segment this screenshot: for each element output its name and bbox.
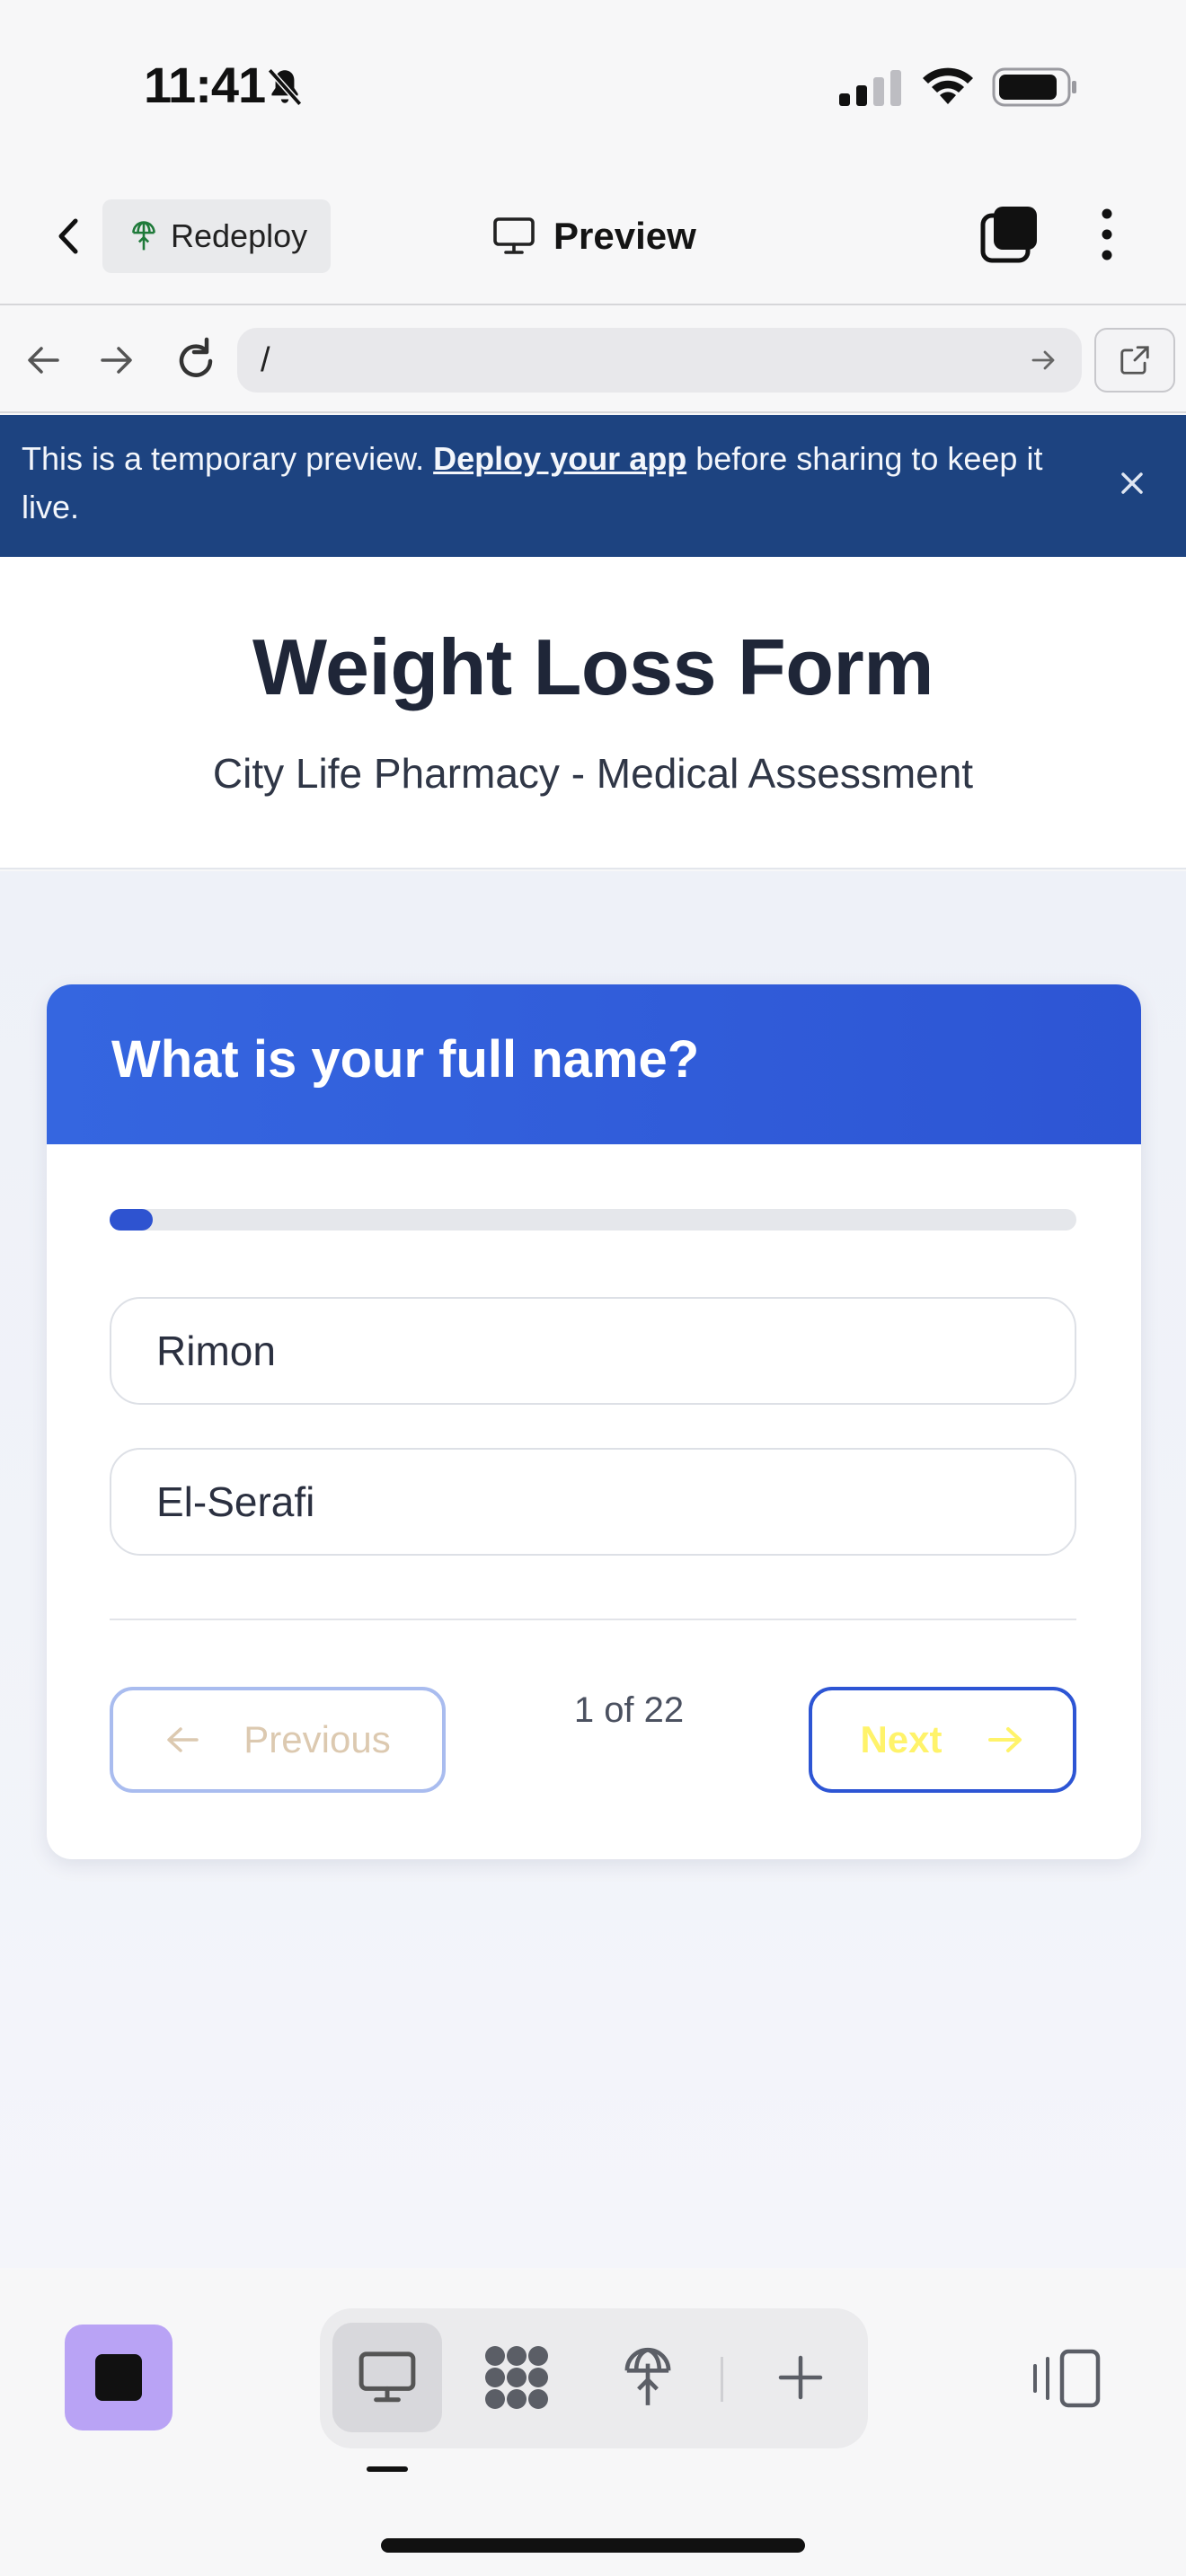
- previous-button[interactable]: Previous: [110, 1687, 446, 1793]
- next-label: Next: [860, 1718, 943, 1760]
- arrow-right-icon: [987, 1727, 1022, 1752]
- close-icon[interactable]: [1111, 462, 1154, 505]
- progress-fill: [110, 1209, 153, 1231]
- cellular-signal-icon: [839, 70, 901, 106]
- page-header: [0, 557, 1186, 869]
- services-tool-button[interactable]: [469, 2325, 564, 2430]
- status-time: 11:41: [144, 57, 266, 113]
- plus-icon: [778, 2355, 823, 2400]
- last-name-input[interactable]: [110, 1448, 1076, 1556]
- progress-track: [110, 1209, 1076, 1231]
- wifi-icon: [923, 67, 973, 104]
- url-bar[interactable]: /: [237, 328, 1082, 393]
- preview-tool-button[interactable]: [332, 2323, 442, 2432]
- divider: [110, 1619, 1076, 1620]
- deploy-tool-button[interactable]: [600, 2325, 695, 2430]
- arrow-left-icon: [167, 1727, 199, 1752]
- tool-separator: [721, 2357, 723, 2402]
- active-tool-indicator: [367, 2466, 408, 2472]
- desktop-icon: [493, 217, 535, 254]
- side-panel-icon[interactable]: [1030, 2342, 1105, 2414]
- cubes-icon: [485, 2346, 548, 2409]
- go-arrow-icon[interactable]: [1026, 342, 1062, 378]
- page-title: Weight Loss Form: [252, 622, 934, 711]
- external-link-icon: [1120, 346, 1149, 375]
- deploy-app-link[interactable]: Deploy your app: [433, 440, 686, 477]
- desktop-icon: [358, 2351, 416, 2403]
- page-subtitle: City Life Pharmacy - Medical Assessment: [212, 750, 974, 797]
- first-name-input[interactable]: [110, 1297, 1076, 1405]
- more-vertical-icon[interactable]: [1091, 203, 1123, 266]
- tabs-icon[interactable]: [979, 203, 1040, 266]
- url-text: /: [261, 340, 270, 379]
- banner-message: This is a temporary preview. Deploy your…: [22, 435, 1082, 532]
- home-indicator: [381, 2538, 805, 2553]
- bell-slash-icon: [267, 68, 303, 106]
- banner-text-before: This is a temporary preview.: [22, 440, 434, 477]
- page-indicator: 1 of 22: [573, 1690, 685, 1730]
- stop-icon: [95, 2354, 142, 2401]
- preview-title[interactable]: Preview: [492, 207, 696, 266]
- open-external-button[interactable]: [1094, 328, 1175, 393]
- nav-forward-icon[interactable]: [95, 334, 138, 386]
- add-tool-button[interactable]: [753, 2325, 848, 2430]
- redeploy-button[interactable]: Redeploy: [102, 199, 331, 273]
- next-button[interactable]: Next: [809, 1687, 1076, 1793]
- nav-back-icon[interactable]: [22, 334, 65, 386]
- preview-label: Preview: [553, 215, 696, 257]
- battery-icon: [992, 67, 1076, 107]
- stop-button[interactable]: [65, 2325, 173, 2430]
- reload-icon[interactable]: [171, 332, 221, 386]
- question-title: What is your full name?: [111, 1030, 700, 1089]
- redeploy-label: Redeploy: [171, 217, 308, 254]
- deploy-icon: [132, 221, 155, 251]
- deploy-icon: [624, 2347, 671, 2405]
- back-chevron-icon[interactable]: [43, 205, 93, 268]
- previous-label: Previous: [243, 1718, 391, 1760]
